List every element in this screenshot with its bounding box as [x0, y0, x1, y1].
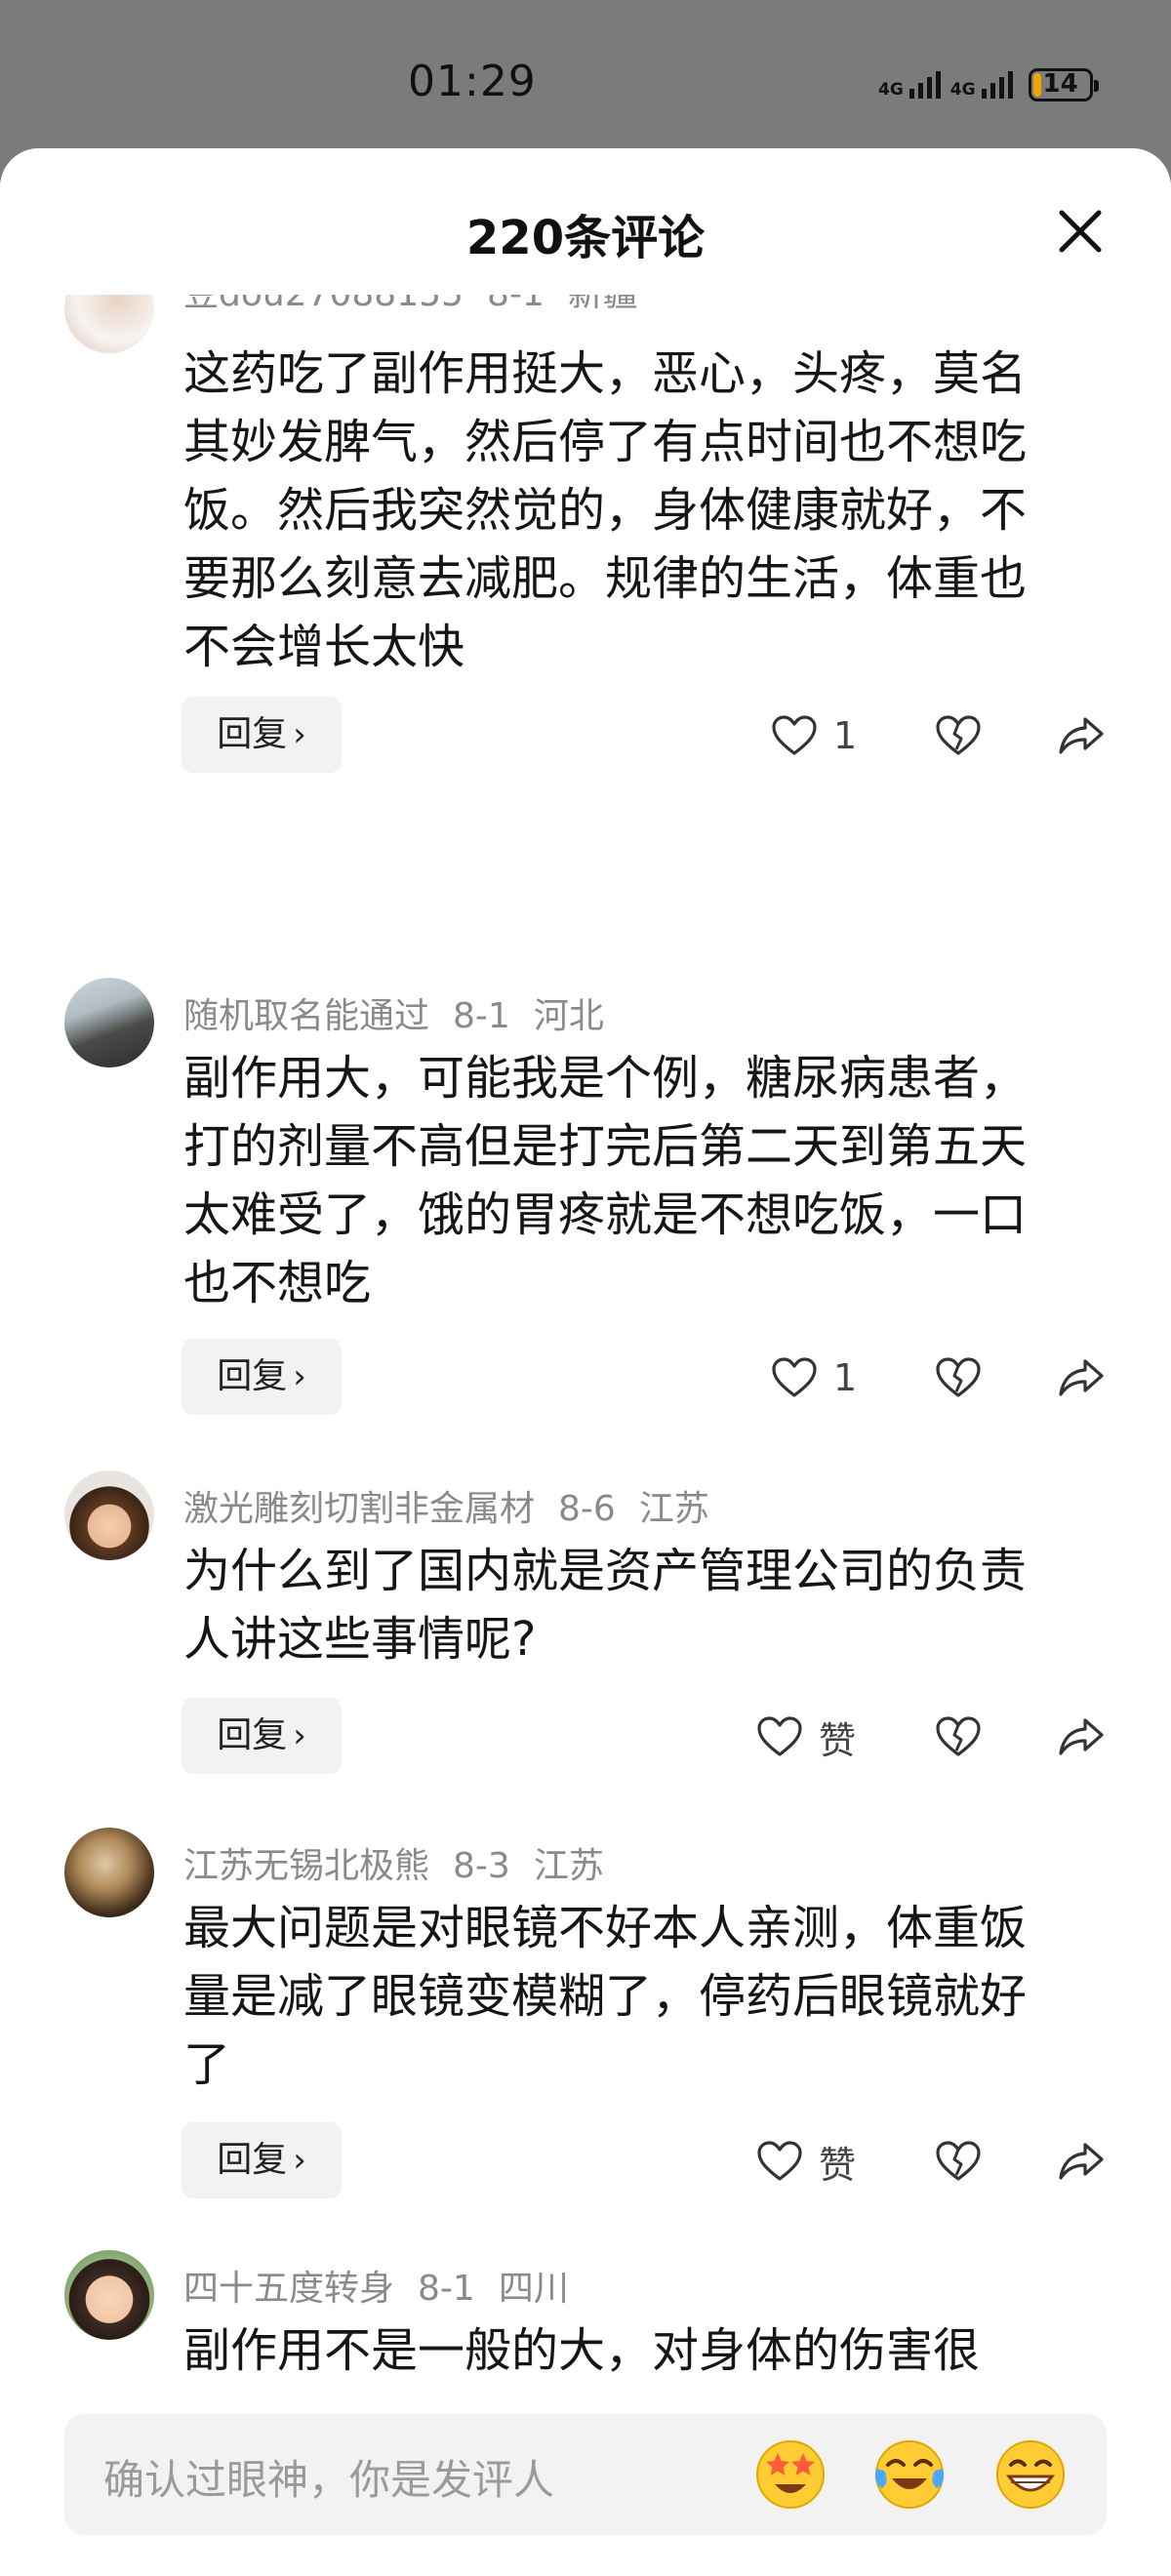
dislike-button[interactable] — [935, 1348, 982, 1407]
like-button[interactable]: 1 — [771, 706, 857, 765]
comment-location: 四川 — [498, 2269, 569, 2309]
user-avatar[interactable] — [64, 295, 154, 353]
like-button[interactable]: 赞 — [756, 2132, 856, 2191]
reply-button[interactable]: 回复› — [182, 2122, 342, 2198]
comment-list[interactable]: 豆dou27088155 8-1 新疆 这药吃了副作用挺大，恶心，头疼，莫名其妙发脾… — [0, 295, 1171, 2531]
comment-text: 最大问题是对眼镜不好本人亲测，体重饭量是减了眼镜变模糊了，停药后眼镜就好了 — [183, 1901, 1028, 2092]
battery-icon: 14 — [1028, 68, 1099, 101]
comment-sheet: 220条评论 豆dou27088155 8-1 新疆 这药吃了副作用挺大，恶心，头疼… — [0, 148, 1171, 2576]
reply-label: 回复 — [217, 714, 288, 754]
comment-meta: 江苏无锡北极熊 8-3 江苏 — [183, 1837, 627, 1888]
share-button[interactable] — [1058, 1708, 1105, 1766]
comment-date: 8-3 — [453, 1846, 510, 1886]
grin-emoji-icon[interactable] — [991, 2435, 1070, 2514]
share-button[interactable] — [1058, 2132, 1105, 2191]
signal-icon: 4G — [878, 71, 941, 99]
close-button[interactable] — [1056, 207, 1105, 256]
comment-text: 副作用大，可能我是个例，糖尿病患者，打的剂量不高但是打完后第二天到第五天太难受了… — [183, 1051, 1028, 1310]
sheet-header: 220条评论 — [0, 148, 1171, 295]
comment-username[interactable]: 江苏无锡北极熊 — [183, 1846, 429, 1886]
comment-text: 这药吃了副作用挺大，恶心，头疼，莫名其妙发脾气，然后停了有点时间也不想吃饭。然后… — [183, 346, 1028, 674]
share-arrow-icon — [1059, 2143, 1104, 2180]
comment-location: 江苏 — [638, 1489, 709, 1529]
status-icons: 4G 4G 14 — [878, 62, 1099, 107]
like-count: 赞 — [819, 1718, 857, 1762]
share-arrow-icon — [1059, 717, 1104, 754]
broken-heart-icon — [936, 2141, 981, 2181]
battery-percent: 14 — [1042, 69, 1078, 99]
heart-icon — [772, 715, 817, 755]
comment-location: 江苏 — [533, 1846, 604, 1886]
comment-item: 随机取名能通过 8-1 河北 副作用大，可能我是个例，糖尿病患者，打的剂量不高但是打… — [0, 978, 1171, 1466]
dislike-button[interactable] — [935, 706, 982, 765]
heart-icon — [757, 1716, 802, 1756]
status-time: 01:29 — [408, 57, 537, 106]
reply-button[interactable]: 回复› — [182, 1339, 342, 1415]
heart-icon — [757, 2141, 802, 2181]
comment-date: 8-1 — [418, 2269, 475, 2309]
comment-meta: 四十五度转身 8-1 四川 — [183, 2260, 592, 2311]
network-label: 4G — [878, 80, 904, 100]
input-placeholder: 确认过眼神，你是发评人 — [103, 2456, 555, 2504]
reply-button[interactable]: 回复› — [182, 697, 342, 773]
share-arrow-icon — [1059, 1359, 1104, 1396]
comment-count-title: 220条评论 — [465, 211, 706, 265]
network-label: 4G — [949, 80, 976, 100]
comment-date: 8-1 — [487, 295, 545, 314]
comment-location: 新疆 — [568, 295, 638, 314]
laugh-cry-emoji-icon[interactable] — [870, 2435, 949, 2514]
share-arrow-icon — [1059, 1718, 1104, 1755]
comment-text: 为什么到了国内就是资产管理公司的负责人讲这些事情呢? — [183, 1544, 1028, 1667]
comment-date: 8-1 — [453, 996, 510, 1036]
like-count: 1 — [833, 714, 858, 757]
comment-meta: 豆dou27088155 8-1 新疆 — [183, 295, 662, 316]
broken-heart-icon — [936, 715, 981, 755]
chevron-right-icon: › — [293, 1357, 306, 1396]
comment-item: 豆dou27088155 8-1 新疆 这药吃了副作用挺大，恶心，头疼，莫名其妙发脾… — [0, 295, 1171, 783]
star-eyes-emoji-icon[interactable] — [751, 2435, 829, 2514]
reply-label: 回复 — [217, 1715, 288, 1755]
chevron-right-icon: › — [293, 1716, 306, 1755]
share-button[interactable] — [1058, 706, 1105, 765]
chevron-right-icon: › — [293, 2141, 306, 2180]
like-button[interactable]: 1 — [771, 1348, 857, 1407]
comment-location: 河北 — [533, 996, 604, 1036]
comment-meta: 激光雕刻切割非金属材 8-6 江苏 — [183, 1480, 733, 1531]
heart-icon — [772, 1357, 817, 1397]
comment-username[interactable]: 四十五度转身 — [183, 2269, 394, 2309]
comment-date: 8-6 — [558, 1489, 616, 1529]
share-button[interactable] — [1058, 1348, 1105, 1407]
dislike-button[interactable] — [935, 2132, 982, 2191]
reply-label: 回复 — [217, 2140, 288, 2180]
comment-input[interactable]: 确认过眼神，你是发评人 — [64, 2414, 1107, 2535]
comment-item: 激光雕刻切割非金属材 8-6 江苏 为什么到了国内就是资产管理公司的负责人讲这些事情… — [0, 1470, 1171, 1822]
status-bar: 01:29 4G 4G 14 — [0, 0, 1171, 146]
like-count: 赞 — [819, 2143, 857, 2187]
broken-heart-icon — [936, 1357, 981, 1397]
comment-username[interactable]: 豆dou27088155 — [183, 295, 464, 314]
user-avatar[interactable] — [64, 1470, 154, 1560]
broken-heart-icon — [936, 1716, 981, 1756]
comment-item: 江苏无锡北极熊 8-3 江苏 最大问题是对眼镜不好本人亲测，体重饭量是减了眼镜变模糊… — [0, 1828, 1171, 2237]
comment-username[interactable]: 激光雕刻切割非金属材 — [183, 1489, 535, 1529]
close-icon — [1059, 210, 1102, 253]
user-avatar[interactable] — [64, 1828, 154, 1917]
dislike-button[interactable] — [935, 1708, 982, 1766]
signal-icon: 4G — [950, 71, 1013, 99]
reply-button[interactable]: 回复› — [182, 1698, 342, 1774]
comment-meta: 随机取名能通过 8-1 河北 — [183, 987, 627, 1038]
like-count: 1 — [833, 1356, 858, 1399]
user-avatar[interactable] — [64, 978, 154, 1067]
reply-label: 回复 — [217, 1356, 288, 1396]
chevron-right-icon: › — [293, 715, 306, 754]
like-button[interactable]: 赞 — [756, 1708, 856, 1766]
user-avatar[interactable] — [64, 2250, 154, 2340]
comment-username[interactable]: 随机取名能通过 — [183, 996, 429, 1036]
